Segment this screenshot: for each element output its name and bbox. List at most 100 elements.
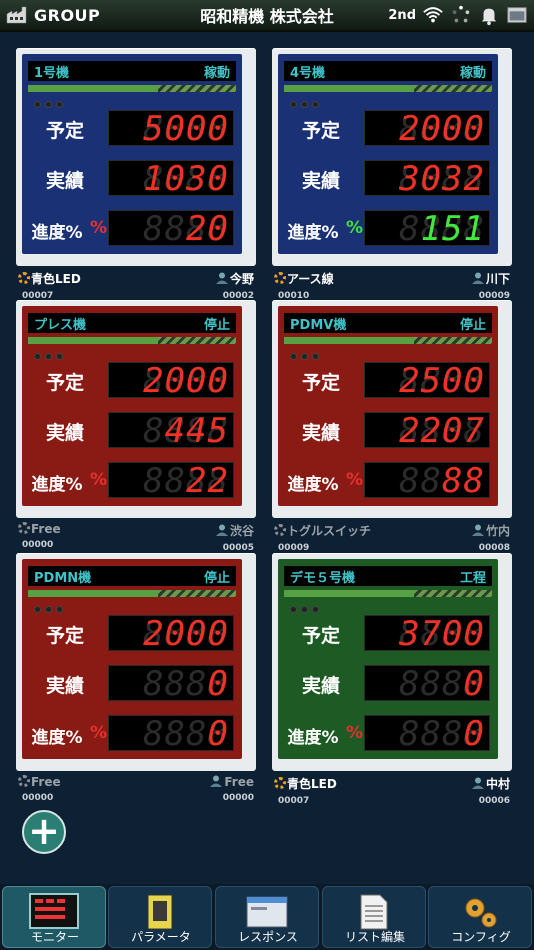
operator-info[interactable]: 渋谷 00005 <box>215 522 254 553</box>
plan-value: 3700 <box>399 615 485 651</box>
signal-name: 青色LED <box>31 272 81 286</box>
bell-icon[interactable] <box>478 4 500 26</box>
operator-info[interactable]: 川下 00009 <box>471 270 510 301</box>
operator-name: 今野 <box>229 272 254 286</box>
tab-label: モニター <box>30 930 79 944</box>
machine-name: 4号機 <box>290 65 326 81</box>
machine-status: 工程 <box>459 570 486 586</box>
signal-info[interactable]: 青色LED 00007 <box>18 270 81 301</box>
signal-name: 青色LED <box>287 777 337 791</box>
tab-config[interactable]: コンフィグ <box>428 886 532 948</box>
add-button[interactable]: + <box>22 810 66 854</box>
progress-row: 進度% % 8888 0 <box>278 711 498 755</box>
operator-name: 渋谷 <box>229 524 254 538</box>
operator-icon <box>471 272 484 284</box>
actual-row: 実績 8888 2207 <box>278 408 498 452</box>
actual-display: 8888 0 <box>364 665 490 701</box>
percent-sign: % <box>90 218 108 238</box>
operator-info[interactable]: 中村 00006 <box>471 775 510 806</box>
gear-icon <box>18 272 30 284</box>
progress-display: 8888 88 <box>364 462 490 498</box>
actual-value: 0 <box>463 665 485 701</box>
machine-card[interactable]: 4号機 稼動 予定 8888 2000 実績 8888 3032 進度% % 8… <box>272 48 512 301</box>
signal-info[interactable]: トグルスイッチ 00009 <box>274 522 371 553</box>
machine-title-bar: デモ５号機 工程 <box>284 566 492 586</box>
progress-display: 8888 20 <box>108 210 234 246</box>
progress-value: 22 <box>186 462 229 498</box>
progress-label: 進度% <box>287 223 339 243</box>
actual-display: 8888 1030 <box>108 160 234 196</box>
progress-value: 0 <box>207 715 229 751</box>
gear-icon <box>274 524 286 536</box>
machine-title-bar: 4号機 稼動 <box>284 61 492 81</box>
operator-icon <box>471 777 484 789</box>
machine-title-bar: PDMV機 停止 <box>284 313 492 333</box>
progress-strip <box>28 590 236 597</box>
machine-panel: デモ５号機 工程 予定 8888 3700 実績 8888 0 進度% % 88… <box>278 559 498 759</box>
actual-row: 実績 8888 1030 <box>22 156 242 200</box>
machine-status: 停止 <box>203 570 230 586</box>
plan-row: 予定 8888 2000 <box>22 358 242 402</box>
plan-label: 予定 <box>301 120 340 142</box>
gear-icon <box>274 272 286 284</box>
actual-value: 2207 <box>399 412 485 448</box>
window-icon[interactable] <box>506 4 528 26</box>
plan-label: 予定 <box>45 120 84 142</box>
actual-display: 8888 2207 <box>364 412 490 448</box>
tab-parameter[interactable]: パラメータ <box>108 886 212 948</box>
progress-display: 8888 151 <box>364 210 490 246</box>
tab-monitor[interactable]: モニター <box>2 886 106 948</box>
progress-display: 8888 0 <box>364 715 490 751</box>
plan-display: 8888 5000 <box>108 110 234 146</box>
plan-row: 予定 8888 2000 <box>22 611 242 655</box>
operator-info[interactable]: 今野 00002 <box>215 270 254 301</box>
operator-icon <box>210 775 223 787</box>
tab-response[interactable]: レスポンス <box>215 886 319 948</box>
actual-label: 実績 <box>301 675 340 697</box>
signal-info[interactable]: Free 00000 <box>18 775 61 803</box>
machine-panel: 4号機 稼動 予定 8888 2000 実績 8888 3032 進度% % 8… <box>278 54 498 254</box>
signal-id: 00007 <box>278 796 310 806</box>
badge-2nd: 2nd <box>388 7 416 23</box>
machine-card[interactable]: PDMN機 停止 予定 8888 2000 実績 8888 0 進度% % 88… <box>16 553 256 803</box>
operator-info[interactable]: 竹内 00008 <box>471 522 510 553</box>
progress-row: 進度% % 8888 151 <box>278 206 498 250</box>
signal-info[interactable]: 青色LED 00007 <box>274 775 337 806</box>
signal-info[interactable]: Free 00000 <box>18 522 61 550</box>
actual-label: 実績 <box>45 170 84 192</box>
plan-label: 予定 <box>301 625 340 647</box>
signal-name: Free <box>31 775 61 789</box>
plan-display: 8888 3700 <box>364 615 490 651</box>
percent-sign: % <box>346 723 364 743</box>
tab-list-edit[interactable]: リスト編集 <box>322 886 426 948</box>
actual-label: 実績 <box>301 422 340 444</box>
actual-value: 445 <box>164 412 229 448</box>
machine-name: PDMV機 <box>290 317 347 333</box>
progress-label: 進度% <box>31 223 83 243</box>
progress-label: 進度% <box>31 475 83 495</box>
machine-status: 停止 <box>203 317 230 333</box>
signal-name: トグルスイッチ <box>287 524 372 538</box>
progress-row: 進度% % 8888 0 <box>22 711 242 755</box>
progress-value: 88 <box>442 462 485 498</box>
progress-value: 20 <box>186 210 229 246</box>
plan-row: 予定 8888 5000 <box>22 106 242 150</box>
machine-status: 稼動 <box>459 65 486 81</box>
bottom-tab-bar: モニター パラメータ レスポンス リスト編集 コンフィグ <box>0 884 534 950</box>
machine-card[interactable]: プレス機 停止 予定 8888 2000 実績 8888 445 進度% % 8… <box>16 300 256 553</box>
machine-card[interactable]: PDMV機 停止 予定 8888 2500 実績 8888 2207 進度% %… <box>272 300 512 553</box>
progress-row: 進度% % 8888 22 <box>22 458 242 502</box>
machine-card[interactable]: デモ５号機 工程 予定 8888 3700 実績 8888 0 進度% % 88… <box>272 553 512 806</box>
machine-card[interactable]: 1号機 稼動 予定 8888 5000 実績 8888 1030 進度% % 8… <box>16 48 256 301</box>
progress-strip <box>28 85 236 92</box>
status-bar: GROUP 昭和精機 株式会社 2nd <box>0 0 534 32</box>
operator-name: 中村 <box>485 777 510 791</box>
operator-icon <box>471 524 484 536</box>
plan-display: 8888 2000 <box>108 615 234 651</box>
operator-info[interactable]: Free 00000 <box>210 775 254 803</box>
operator-id: 00000 <box>222 793 254 803</box>
plan-row: 予定 8888 2500 <box>278 358 498 402</box>
signal-info[interactable]: アース線 00010 <box>274 270 334 301</box>
group-label[interactable]: GROUP <box>34 6 100 25</box>
plan-value: 5000 <box>143 110 229 146</box>
